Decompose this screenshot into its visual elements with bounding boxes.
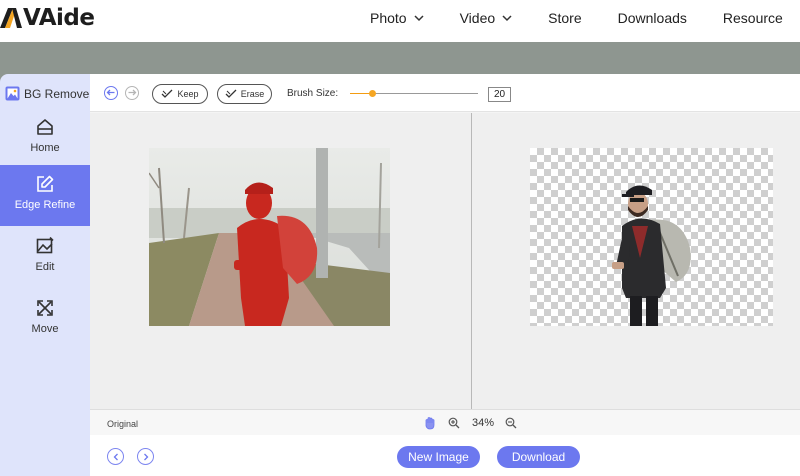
- editor-toolbar: Keep Erase Brush Size: 20: [90, 74, 800, 112]
- nav-store-label: Store: [548, 10, 582, 26]
- image-edit-icon: [36, 236, 54, 254]
- bottom-action-bar: New Image Download: [90, 435, 800, 476]
- chevron-left-icon: [113, 453, 118, 460]
- sidebar-item-edit[interactable]: Edit: [0, 227, 90, 288]
- nav-resource[interactable]: Resource: [723, 10, 783, 26]
- keep-brush-icon: [162, 89, 173, 98]
- next-button[interactable]: [137, 448, 154, 465]
- nav-downloads[interactable]: Downloads: [618, 10, 687, 26]
- nav-resource-label: Resource: [722, 10, 783, 26]
- edit-square-icon: [37, 175, 54, 192]
- chevron-down-icon: [502, 14, 512, 21]
- new-image-button[interactable]: New Image: [397, 446, 480, 468]
- move-arrows-icon: [37, 300, 53, 316]
- erase-button[interactable]: Erase: [217, 84, 272, 104]
- brush-size-slider[interactable]: [350, 90, 478, 97]
- brush-size-label: Brush Size:: [287, 88, 339, 99]
- zoom-level: 34%: [472, 417, 495, 429]
- chevron-right-icon: [143, 453, 148, 460]
- result-canvas[interactable]: [472, 113, 800, 409]
- original-canvas[interactable]: [90, 113, 471, 409]
- app-title: BG Remover: [24, 86, 94, 101]
- bg-remover-app: BG Remover Home Edge Refine Edit Move Ke…: [0, 74, 800, 476]
- sidebar-item-edge-refine[interactable]: Edge Refine: [0, 165, 90, 226]
- site-header: VAide Photo Video Store Downloads Resour…: [0, 0, 800, 42]
- original-photo: [149, 148, 390, 326]
- site-logo[interactable]: VAide: [0, 4, 95, 32]
- original-label: Original: [107, 419, 139, 429]
- brush-slider-thumb[interactable]: [369, 90, 376, 97]
- sidebar-item-label: Edge Refine: [14, 199, 76, 211]
- logo-text: VAide: [23, 5, 95, 31]
- undo-button[interactable]: [104, 86, 118, 100]
- nav-store[interactable]: Store: [548, 10, 581, 26]
- sidebar-item-label: Move: [31, 323, 59, 335]
- nav-video[interactable]: Video: [460, 10, 513, 26]
- original-photo-image: [149, 148, 390, 326]
- main-nav: Photo Video Store Downloads Resource Su: [370, 0, 800, 36]
- sidebar-item-move[interactable]: Move: [0, 289, 90, 350]
- nav-downloads-label: Downloads: [617, 10, 687, 26]
- previous-button[interactable]: [107, 448, 124, 465]
- result-transparent-preview: [530, 148, 773, 326]
- sidebar-item-label: Home: [30, 142, 60, 154]
- nav-photo-label: Photo: [370, 10, 407, 26]
- sidebar: BG Remover Home Edge Refine Edit Move: [0, 74, 93, 476]
- download-button[interactable]: Download: [497, 446, 580, 468]
- canvas-status-bar: Original 34%: [90, 409, 800, 435]
- zoom-controls: 34%: [424, 414, 529, 432]
- nav-photo[interactable]: Photo: [370, 10, 424, 26]
- hand-pan-icon[interactable]: [424, 416, 436, 430]
- keep-button[interactable]: Keep: [152, 84, 208, 104]
- redo-icon: [128, 89, 137, 96]
- zoom-out-icon[interactable]: [505, 417, 517, 429]
- editor-area: Keep Erase Brush Size: 20 Original 34% N…: [90, 74, 800, 476]
- sidebar-item-label: Edit: [35, 261, 55, 273]
- undo-icon: [106, 89, 115, 96]
- cutout-person-image: [612, 185, 691, 326]
- brush-size-value[interactable]: 20: [488, 87, 511, 102]
- keep-label: Keep: [177, 89, 199, 99]
- bg-remover-logo-icon: [5, 86, 20, 101]
- erase-label: Erase: [240, 89, 265, 99]
- redo-button[interactable]: [125, 86, 139, 100]
- zoom-in-icon[interactable]: [448, 417, 460, 429]
- app-brand: BG Remover: [5, 86, 93, 101]
- home-icon: [37, 119, 53, 135]
- nav-video-label: Video: [459, 10, 496, 26]
- erase-brush-icon: [225, 89, 237, 98]
- sidebar-item-home[interactable]: Home: [0, 108, 90, 169]
- chevron-down-icon: [414, 14, 424, 21]
- logo-mark-icon: [0, 8, 22, 28]
